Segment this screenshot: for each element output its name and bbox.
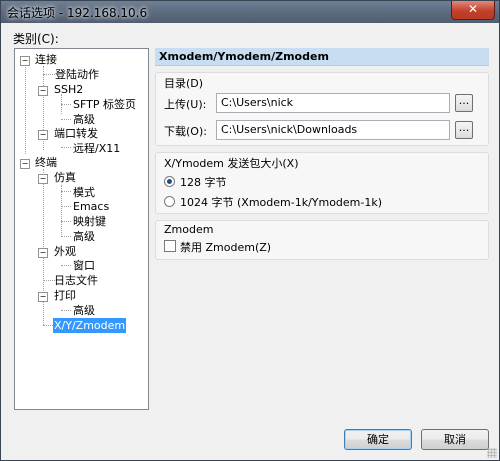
zmodem-title: Zmodem: [164, 223, 214, 236]
printing-collapse-toggle[interactable]: −: [38, 292, 48, 302]
packet-128-label[interactable]: 128 字节: [180, 174, 227, 190]
port-forwarding-collapse-toggle[interactable]: −: [38, 130, 48, 140]
appearance-collapse-toggle[interactable]: −: [38, 248, 48, 258]
packet-1024-radio[interactable]: [164, 196, 175, 207]
category-label: 类别(C):: [13, 32, 59, 46]
resize-grip[interactable]: [487, 448, 497, 458]
title-bar[interactable]: 会话选项 - 192.168.10.6 ✕: [1, 1, 499, 23]
download-directory-input[interactable]: C:\Users\nick\Downloads: [216, 120, 450, 140]
tree-item-login-actions[interactable]: 登陆动作: [55, 67, 99, 82]
tree-item-appearance[interactable]: 外观: [54, 244, 76, 259]
tree-item-ssh2-advanced[interactable]: 高级: [73, 112, 95, 127]
cancel-button[interactable]: 取消: [421, 429, 489, 450]
ok-button[interactable]: 确定: [344, 429, 412, 450]
tree-item-port-forwarding[interactable]: 端口转发: [54, 126, 98, 141]
tree-item-mapped-keys[interactable]: 映射键: [73, 214, 106, 229]
packet-1024-label[interactable]: 1024 字节 (Xmodem-1k/Ymodem-1k): [180, 194, 382, 210]
packet-128-radio[interactable]: [164, 176, 175, 187]
emulation-collapse-toggle[interactable]: −: [38, 174, 48, 184]
connection-collapse-toggle[interactable]: −: [20, 56, 30, 66]
disable-zmodem-label[interactable]: 禁用 Zmodem(Z): [180, 239, 271, 255]
upload-label: 上传(U):: [164, 98, 207, 111]
panel-header: Xmodem/Ymodem/Zmodem: [155, 48, 489, 66]
tree-item-window[interactable]: 窗口: [73, 258, 95, 273]
window-title: 会话选项 - 192.168.10.6: [7, 6, 148, 20]
upload-directory-input[interactable]: C:\Users\nick: [216, 93, 450, 113]
tree-item-remote-x11[interactable]: 远程/X11: [73, 141, 120, 156]
tree-item-log-file[interactable]: 日志文件: [54, 273, 98, 288]
download-label: 下载(O):: [164, 125, 207, 138]
upload-browse-button[interactable]: ...: [455, 94, 473, 112]
tree-item-connection[interactable]: 连接: [35, 52, 57, 67]
packet-size-group: X/Ymodem 发送包大小(X) 128 字节 1024 字节 (Xmodem…: [155, 152, 489, 214]
zmodem-group: Zmodem 禁用 Zmodem(Z): [155, 220, 489, 260]
tree-item-printing-advanced[interactable]: 高级: [73, 303, 95, 318]
category-tree[interactable]: − 连接 登陆动作 − SSH2 SFTP 标签页 高级 − 端口转发 远程/X…: [14, 48, 149, 410]
disable-zmodem-checkbox[interactable]: [164, 240, 176, 252]
tree-item-sftp-tab[interactable]: SFTP 标签页: [73, 97, 136, 112]
directories-title: 目录(D): [164, 77, 204, 90]
tree-item-ssh2[interactable]: SSH2: [54, 82, 83, 97]
ssh2-collapse-toggle[interactable]: −: [38, 86, 48, 96]
packet-size-title: X/Ymodem 发送包大小(X): [164, 157, 299, 170]
tree-item-printing[interactable]: 打印: [54, 288, 76, 303]
directories-group: 目录(D) 上传(U): C:\Users\nick ... 下载(O): C:…: [155, 72, 489, 146]
session-options-window: 会话选项 - 192.168.10.6 ✕ 类别(C): − 连接 登陆动作 −…: [0, 0, 500, 461]
tree-item-emulation-advanced[interactable]: 高级: [73, 229, 95, 244]
tree-item-emulation[interactable]: 仿真: [54, 170, 76, 185]
tree-item-terminal[interactable]: 终端: [35, 155, 57, 170]
download-browse-button[interactable]: ...: [455, 121, 473, 139]
terminal-collapse-toggle[interactable]: −: [20, 159, 30, 169]
tree-item-emacs[interactable]: Emacs: [73, 199, 109, 214]
close-button[interactable]: ✕: [451, 1, 495, 20]
tree-item-modes[interactable]: 模式: [73, 185, 95, 200]
tree-item-xyzmodem[interactable]: X/Y/Zmodem: [53, 318, 127, 333]
